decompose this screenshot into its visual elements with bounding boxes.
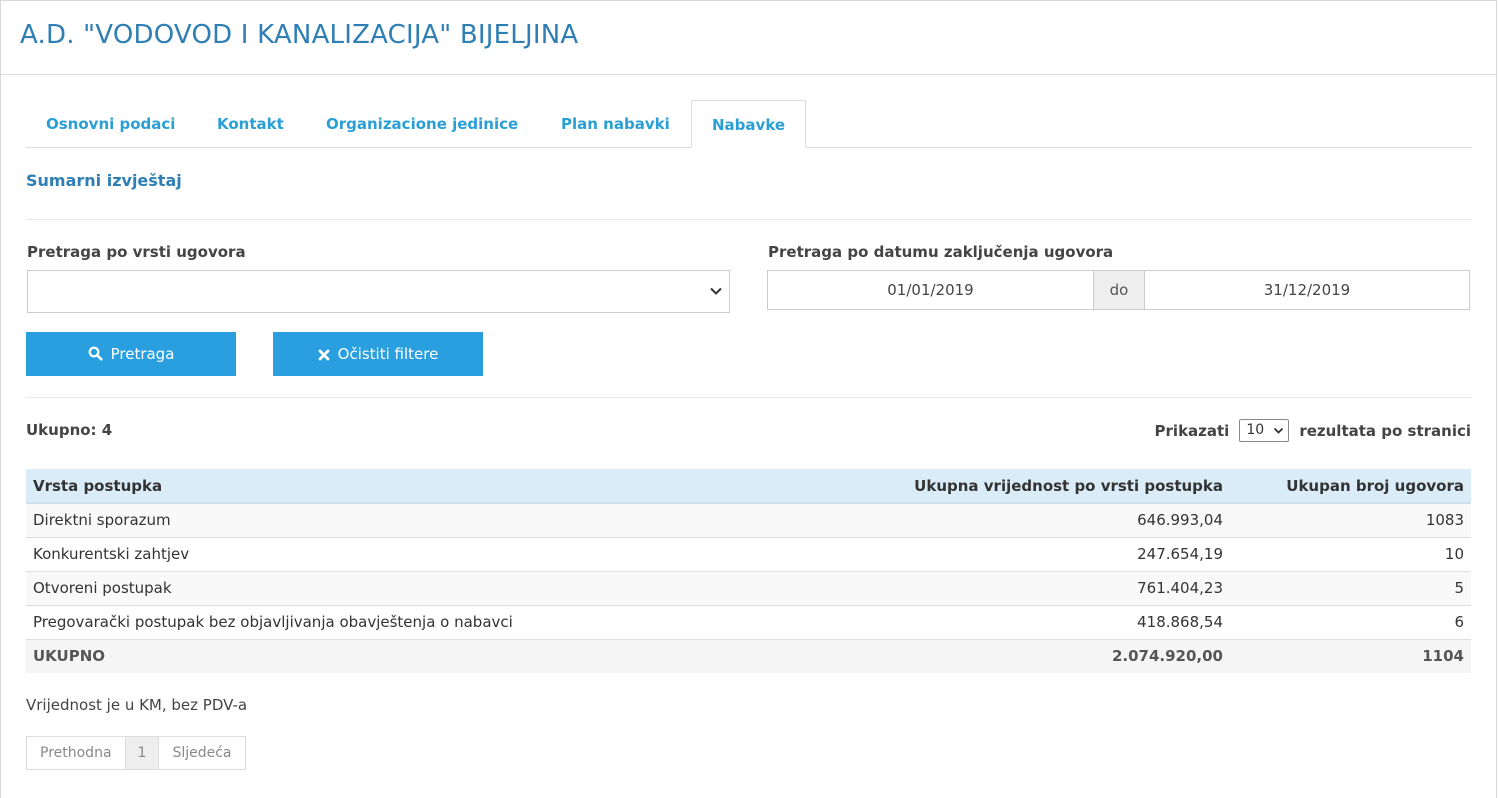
tab-kontakt[interactable]: Kontakt: [197, 100, 304, 148]
section-title: Sumarni izvještaj: [26, 171, 182, 190]
chevron-down-icon: [1274, 427, 1284, 434]
search-icon: [88, 346, 103, 361]
date-separator: do: [1093, 271, 1145, 309]
table-cell: 646.993,04: [754, 502, 1230, 537]
table-cell: Pregovarački postupak bez objavljivanja …: [26, 604, 755, 639]
pagination: Prethodna 1 Sljedeća: [26, 736, 246, 770]
date-to-input[interactable]: 31/12/2019: [1145, 271, 1469, 309]
clear-filters-button[interactable]: Očistiti filtere: [273, 332, 483, 376]
table-cell: 1083: [1230, 502, 1471, 537]
per-page-label: Prikazati: [1154, 421, 1230, 440]
table-cell: Direktni sporazum: [26, 502, 755, 537]
tab-osnovni-podaci[interactable]: Osnovni podaci: [26, 100, 195, 148]
divider: [26, 397, 1472, 398]
column-header[interactable]: Ukupan broj ugovora: [1230, 469, 1471, 504]
per-page-control: Prikazati 10 rezultata po stranici: [1155, 419, 1471, 442]
chevron-down-icon: [710, 287, 722, 295]
page-number-button[interactable]: 1: [124, 737, 159, 769]
prev-page-button[interactable]: Prethodna: [27, 737, 125, 769]
tab-organizacione-jedinice[interactable]: Organizacione jedinice: [306, 100, 538, 148]
table-cell: Otvoreni postupak: [26, 570, 755, 605]
table-row: Konkurentski zahtjev 247.654,19 10: [26, 536, 1471, 571]
tab-plan-nabavki[interactable]: Plan nabavki: [541, 100, 690, 148]
table-row: Pregovarački postupak bez objavljivanja …: [26, 604, 1471, 639]
tab-bar: Osnovni podaci Kontakt Organizacione jed…: [26, 100, 1472, 148]
divider: [26, 219, 1472, 220]
table-cell: 761.404,23: [754, 570, 1230, 605]
page-header: A.D. "VODOVOD I KANALIZACIJA" BIJELJINA: [0, 0, 1497, 75]
date-range: 01/01/2019 do 31/12/2019: [767, 270, 1470, 310]
table-cell: UKUPNO: [26, 638, 755, 673]
date-from-input[interactable]: 01/01/2019: [768, 271, 1093, 309]
table-cell: 10: [1230, 536, 1471, 571]
total-count: Ukupno: 4: [26, 421, 113, 439]
per-page-select[interactable]: 10: [1239, 419, 1290, 442]
table-cell: 418.868,54: [754, 604, 1230, 639]
contract-type-label: Pretraga po vrsti ugovora: [27, 243, 246, 261]
table-cell: 6: [1230, 604, 1471, 639]
table-cell: 2.074.920,00: [754, 638, 1230, 673]
table-header-row: Vrsta postupka Ukupna vrijednost po vrst…: [26, 469, 1471, 504]
contract-type-select[interactable]: [27, 270, 730, 313]
per-page-value: 10: [1246, 422, 1265, 438]
table-cell: 247.654,19: [754, 536, 1230, 571]
page-title: A.D. "VODOVOD I KANALIZACIJA" BIJELJINA: [20, 20, 579, 50]
table-cell: Konkurentski zahtjev: [26, 536, 755, 571]
table-row: Direktni sporazum 646.993,04 1083: [26, 502, 1471, 537]
tab-nabavke[interactable]: Nabavke: [691, 100, 807, 148]
results-table: Vrsta postupka Ukupna vrijednost po vrst…: [26, 469, 1471, 673]
close-icon: [318, 349, 330, 361]
table-row: Otvoreni postupak 761.404,23 5: [26, 570, 1471, 605]
footnote: Vrijednost je u KM, bez PDV-a: [26, 696, 248, 714]
date-range-label: Pretraga po datumu zaključenja ugovora: [768, 243, 1114, 261]
search-button[interactable]: Pretraga: [26, 332, 236, 376]
per-page-suffix: rezultata po stranici: [1299, 421, 1471, 440]
table-total-row: UKUPNO 2.074.920,00 1104: [26, 638, 1471, 673]
column-header[interactable]: Vrsta postupka: [26, 469, 755, 504]
column-header[interactable]: Ukupna vrijednost po vrsti postupka: [754, 469, 1230, 504]
table-cell: 5: [1230, 570, 1471, 605]
search-button-label: Pretraga: [110, 345, 175, 363]
next-page-button[interactable]: Sljedeća: [158, 737, 244, 769]
table-cell: 1104: [1230, 638, 1471, 673]
clear-filters-label: Očistiti filtere: [337, 345, 439, 363]
